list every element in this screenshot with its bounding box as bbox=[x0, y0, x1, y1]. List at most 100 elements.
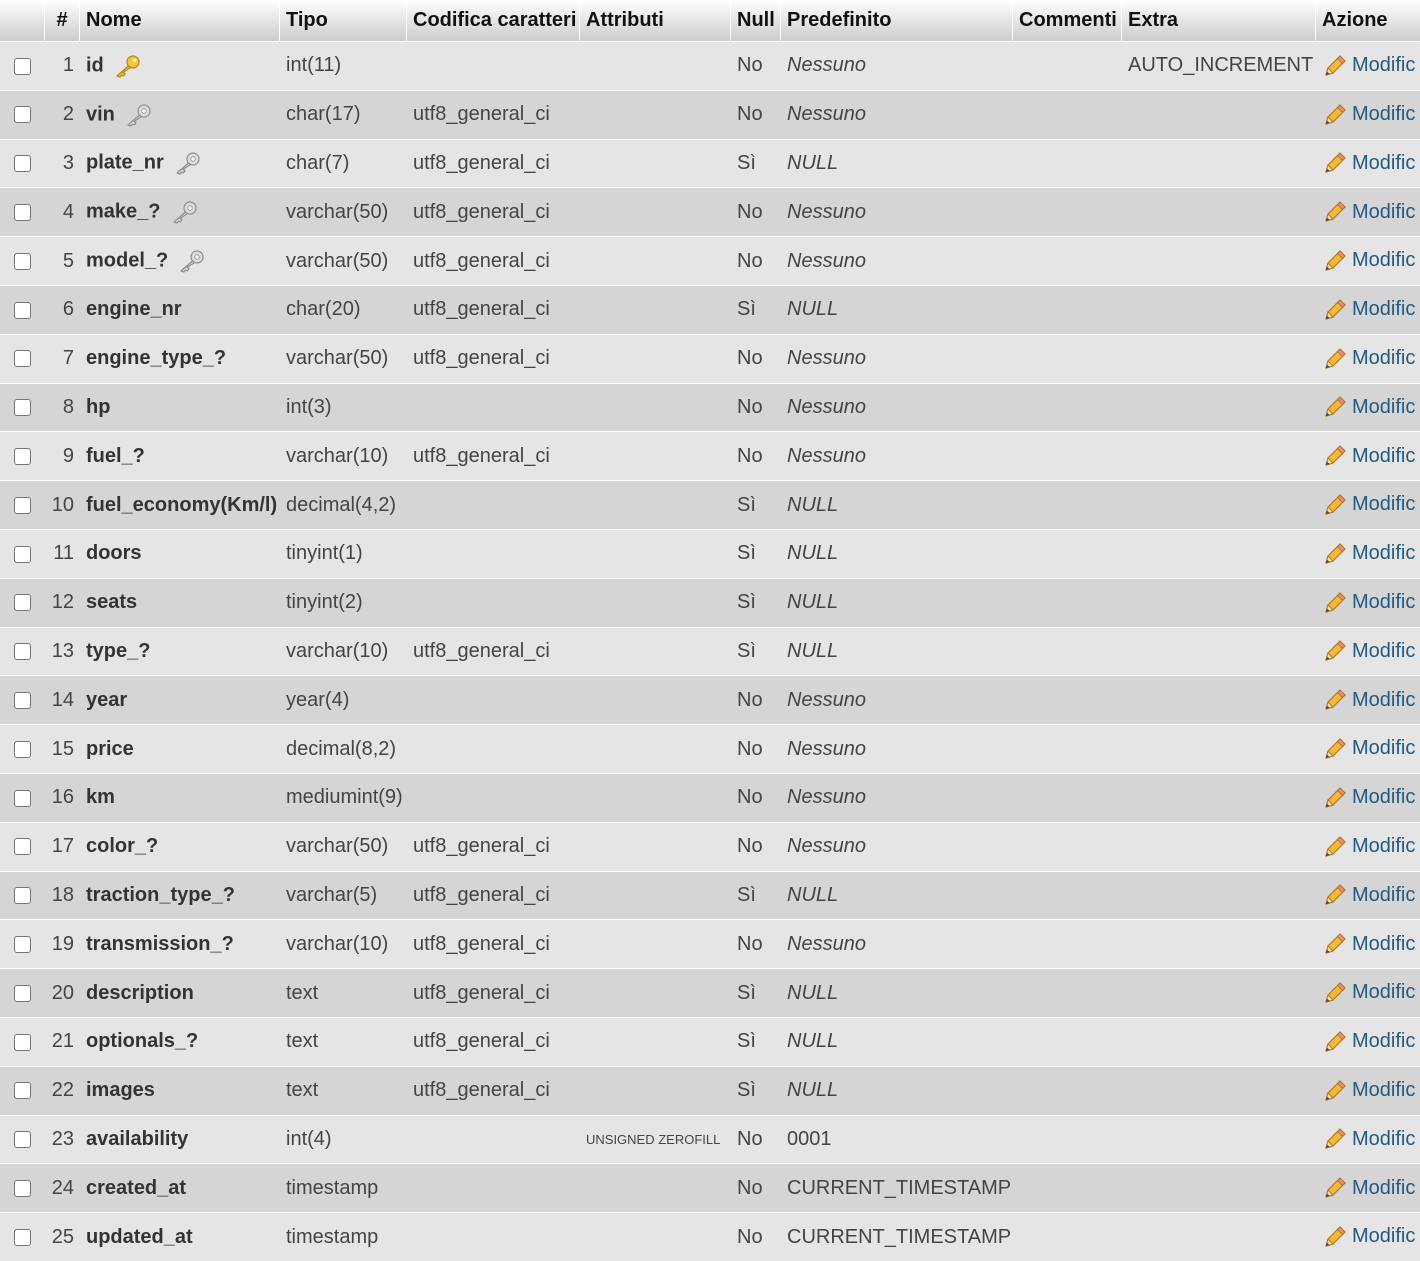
edit-button[interactable]: Modific bbox=[1322, 737, 1415, 759]
row-checkbox[interactable] bbox=[14, 935, 31, 953]
edit-button[interactable]: Modific bbox=[1322, 835, 1415, 857]
row-checkbox[interactable] bbox=[14, 887, 31, 905]
edit-button[interactable]: Modific bbox=[1322, 54, 1415, 76]
row-checkbox-cell bbox=[0, 187, 45, 237]
edit-button[interactable]: Modific bbox=[1322, 201, 1415, 223]
row-checkbox[interactable] bbox=[14, 1033, 31, 1051]
column-attributes bbox=[580, 41, 731, 90]
table-row[interactable]: 14 year year(4) No Nessuno Modific bbox=[0, 675, 1420, 725]
row-checkbox[interactable] bbox=[14, 496, 31, 514]
edit-button[interactable]: Modific bbox=[1322, 1079, 1415, 1101]
edit-label: Modific bbox=[1352, 542, 1416, 565]
edit-button[interactable]: Modific bbox=[1322, 542, 1415, 564]
row-checkbox[interactable] bbox=[14, 740, 31, 758]
edit-button[interactable]: Modific bbox=[1322, 933, 1415, 955]
table-row[interactable]: 9 fuel_? varchar(10) utf8_general_ci No Nessu… bbox=[0, 431, 1420, 481]
row-checkbox[interactable] bbox=[14, 57, 31, 75]
pencil-icon bbox=[1322, 1126, 1348, 1152]
edit-button[interactable]: Modific bbox=[1322, 298, 1415, 320]
edit-button[interactable]: Modific bbox=[1322, 347, 1415, 369]
table-row[interactable]: 5 model_? varchar(50) utf8_general_ci No Ness… bbox=[0, 236, 1420, 285]
header-collation[interactable]: Codifica caratteri bbox=[407, 0, 580, 41]
table-row[interactable]: 7 engine_type_? varchar(50) utf8_general_ci… bbox=[0, 333, 1420, 383]
edit-button[interactable]: Modific bbox=[1322, 689, 1415, 711]
row-checkbox[interactable] bbox=[14, 447, 31, 465]
row-checkbox[interactable] bbox=[14, 1228, 31, 1246]
edit-button[interactable]: Modific bbox=[1322, 445, 1415, 467]
table-row[interactable]: 25 updated_at timestamp No CURRENT_TIMESTAMP… bbox=[0, 1212, 1420, 1261]
edit-button[interactable]: Modific bbox=[1322, 981, 1415, 1003]
table-row[interactable]: 19 transmission_? varchar(10) utf8_general_… bbox=[0, 919, 1420, 969]
row-checkbox[interactable] bbox=[14, 204, 31, 221]
column-default: Nessuno bbox=[781, 382, 1013, 432]
row-checkbox[interactable] bbox=[14, 1082, 31, 1100]
row-checkbox[interactable] bbox=[14, 301, 31, 319]
row-number: 15 bbox=[45, 724, 80, 773]
edit-button[interactable]: Modific bbox=[1322, 640, 1415, 662]
edit-button[interactable]: Modific bbox=[1322, 103, 1415, 125]
row-checkbox[interactable] bbox=[14, 643, 31, 661]
edit-button[interactable]: Modific bbox=[1322, 1225, 1415, 1247]
row-checkbox[interactable] bbox=[14, 1179, 31, 1197]
table-row[interactable]: 15 price decimal(8,2) No Nessuno Modific bbox=[0, 724, 1420, 773]
column-attributes bbox=[580, 528, 731, 578]
edit-label: Modific bbox=[1352, 1078, 1416, 1101]
edit-button[interactable]: Modific bbox=[1322, 1128, 1415, 1150]
row-checkbox[interactable] bbox=[14, 155, 31, 173]
edit-button[interactable]: Modific bbox=[1322, 493, 1415, 515]
header-comments[interactable]: Commenti bbox=[1013, 0, 1122, 41]
row-checkbox[interactable] bbox=[14, 350, 31, 368]
table-row[interactable]: 6 engine_nr char(20) utf8_general_ci Sì NULL M… bbox=[0, 284, 1420, 334]
row-checkbox[interactable] bbox=[14, 838, 31, 856]
pencil-icon bbox=[1322, 980, 1348, 1006]
table-row[interactable]: 17 color_? varchar(50) utf8_general_ci No Nes… bbox=[0, 821, 1420, 871]
edit-button[interactable]: Modific bbox=[1322, 1030, 1415, 1052]
header-null[interactable]: Null bbox=[731, 0, 781, 41]
edit-button[interactable]: Modific bbox=[1322, 396, 1415, 418]
edit-button[interactable]: Modific bbox=[1322, 1177, 1415, 1199]
row-checkbox[interactable] bbox=[14, 252, 31, 270]
row-checkbox[interactable] bbox=[14, 984, 31, 1002]
column-collation bbox=[407, 577, 580, 627]
row-checkbox[interactable] bbox=[14, 1131, 31, 1149]
table-row[interactable]: 24 created_at timestamp No CURRENT_TIMESTAMP… bbox=[0, 1163, 1420, 1213]
table-row[interactable]: 1 id int(11) No Nessuno AUTO_INCREMENT Modific bbox=[0, 41, 1420, 90]
column-default: NULL bbox=[781, 284, 1013, 334]
table-row[interactable]: 23 availability int(4) UNSIGNED ZEROFILL No 0… bbox=[0, 1114, 1420, 1164]
table-row[interactable]: 21 optionals_? text utf8_general_ci Sì NULL Mo… bbox=[0, 1016, 1420, 1066]
row-checkbox[interactable] bbox=[14, 691, 31, 709]
table-row[interactable]: 3 plate_nr char(7) utf8_general_ci Sì NULL Mod… bbox=[0, 138, 1420, 188]
column-type: timestamp bbox=[280, 1163, 407, 1213]
table-row[interactable]: 12 seats tinyint(2) Sì NULL Modific bbox=[0, 577, 1420, 627]
table-row[interactable]: 2 vin char(17) utf8_general_ci No Nessuno Modi… bbox=[0, 89, 1420, 139]
column-default: Nessuno bbox=[781, 89, 1013, 139]
table-row[interactable]: 10 fuel_economy(Km/l) decimal(4,2) Sì NULL Mo… bbox=[0, 480, 1420, 529]
header-extra[interactable]: Extra bbox=[1122, 0, 1316, 41]
table-row[interactable]: 22 images text utf8_general_ci Sì NULL Modific bbox=[0, 1065, 1420, 1115]
edit-button[interactable]: Modific bbox=[1322, 152, 1415, 174]
header-num[interactable]: # bbox=[45, 0, 80, 41]
header-type[interactable]: Tipo bbox=[280, 0, 407, 41]
row-checkbox[interactable] bbox=[14, 399, 31, 417]
table-row[interactable]: 20 description text utf8_general_ci Sì NULL Mo… bbox=[0, 968, 1420, 1017]
table-row[interactable]: 16 km mediumint(9) No Nessuno Modific bbox=[0, 772, 1420, 822]
column-default: NULL bbox=[781, 1065, 1013, 1115]
row-number: 12 bbox=[45, 577, 80, 627]
edit-button[interactable]: Modific bbox=[1322, 884, 1415, 906]
row-checkbox[interactable] bbox=[14, 594, 31, 612]
table-row[interactable]: 8 hp int(3) No Nessuno Modific bbox=[0, 382, 1420, 432]
row-checkbox[interactable] bbox=[14, 789, 31, 807]
table-row[interactable]: 11 doors tinyint(1) Sì NULL Modific bbox=[0, 528, 1420, 578]
table-row[interactable]: 18 traction_type_? varchar(5) utf8_general_… bbox=[0, 870, 1420, 920]
header-default[interactable]: Predefinito bbox=[781, 0, 1013, 41]
row-checkbox[interactable] bbox=[14, 106, 31, 124]
edit-button[interactable]: Modific bbox=[1322, 786, 1415, 808]
table-row[interactable]: 4 make_? varchar(50) utf8_general_ci No Nessu… bbox=[0, 187, 1420, 237]
edit-button[interactable]: Modific bbox=[1322, 249, 1415, 271]
header-attributes[interactable]: Attributi bbox=[580, 0, 731, 41]
table-row[interactable]: 13 type_? varchar(10) utf8_general_ci Sì NULL… bbox=[0, 626, 1420, 676]
action-cell: Modific bbox=[1316, 89, 1420, 139]
edit-button[interactable]: Modific bbox=[1322, 591, 1415, 613]
row-checkbox[interactable] bbox=[14, 545, 31, 563]
header-name[interactable]: Nome bbox=[80, 0, 280, 41]
